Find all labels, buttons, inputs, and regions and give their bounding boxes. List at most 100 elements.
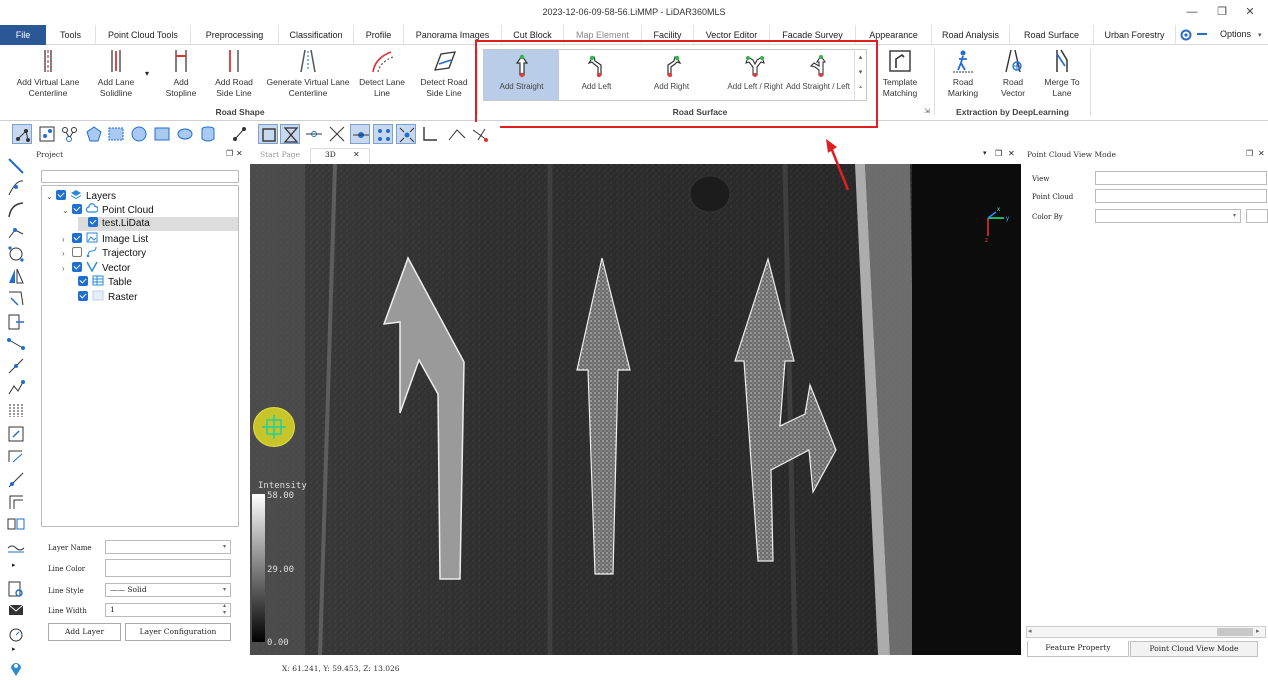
move-nodes-icon[interactable] <box>350 124 370 144</box>
angle-icon[interactable] <box>420 124 440 144</box>
scroll-thumb[interactable] <box>1217 628 1253 636</box>
network-icon[interactable] <box>60 124 80 144</box>
scroll-left-icon[interactable]: ◂ <box>1028 627 1032 635</box>
scatter-nodes-icon[interactable] <box>373 124 393 144</box>
cut-line-icon[interactable] <box>470 124 490 144</box>
envelope-icon[interactable] <box>6 600 26 620</box>
vertical-lines-icon[interactable] <box>6 400 26 420</box>
options-menu[interactable]: Options <box>1220 29 1251 39</box>
layer-configuration-button[interactable]: Layer Configuration <box>125 623 231 641</box>
pentagon-icon[interactable] <box>84 124 104 144</box>
color-by-select[interactable] <box>1095 209 1241 223</box>
tab-classification[interactable]: Classification <box>279 25 354 45</box>
stepper-arrows-icon[interactable]: ▴ ▾ <box>223 603 226 617</box>
image-list-checkbox[interactable] <box>72 233 82 243</box>
dropdown-arrow-icon[interactable]: ▾ <box>145 69 149 78</box>
cylinder-icon[interactable] <box>198 124 218 144</box>
pen-tool-icon[interactable] <box>6 156 26 176</box>
tab-file[interactable]: File <box>0 25 46 45</box>
tab-start-page[interactable]: Start Page <box>260 150 300 159</box>
tree-item-raster[interactable]: Raster <box>78 290 137 304</box>
tree-item-vector[interactable]: › Vector <box>62 261 130 275</box>
tree-item-image-list[interactable]: › Image List <box>62 232 148 246</box>
more-tools-2-icon[interactable]: ▸ <box>12 645 16 653</box>
tab-profile[interactable]: Profile <box>354 25 404 45</box>
tree-item-point-cloud[interactable]: ⌄ Point Cloud <box>62 203 154 217</box>
detect-road-side-line-button[interactable]: Detect Road Side Line <box>414 48 474 99</box>
chevron-down-icon[interactable]: ⌄ <box>62 204 72 218</box>
point-cloud-select[interactable] <box>1095 189 1267 203</box>
close-button[interactable]: ✕ <box>1238 3 1262 21</box>
chevron-down-icon[interactable]: ▾ <box>223 586 226 593</box>
chevron-right-icon[interactable]: › <box>62 247 72 261</box>
tree-item-trajectory[interactable]: › Trajectory <box>62 246 146 260</box>
rectangle-icon[interactable] <box>152 124 172 144</box>
box-select-icon[interactable] <box>258 124 278 144</box>
line-width-stepper[interactable]: 1 <box>105 603 231 617</box>
settings-icon[interactable] <box>1179 28 1193 42</box>
path-nodes-icon[interactable] <box>230 124 250 144</box>
chevron-down-icon[interactable]: ▾ <box>223 543 226 550</box>
tab-road-analysis[interactable]: Road Analysis <box>932 25 1010 45</box>
merge-to-lane-button[interactable]: Merge To Lane <box>1038 48 1086 99</box>
panel-close-icon[interactable]: ✕ <box>236 149 243 158</box>
tab-preprocessing[interactable]: Preprocessing <box>191 25 279 45</box>
panel-float-icon[interactable]: ❐ <box>1246 149 1253 158</box>
arc-icon[interactable] <box>6 200 26 220</box>
curve-nodes-icon[interactable] <box>6 178 26 198</box>
dialog-launcher-icon[interactable]: ⇲ <box>924 107 930 115</box>
layers-checkbox[interactable] <box>56 190 66 200</box>
generate-virtual-lane-centerline-button[interactable]: Generate Virtual Lane Centerline <box>262 48 354 99</box>
table-checkbox[interactable] <box>78 276 88 286</box>
tree-item-table[interactable]: Table <box>78 275 132 289</box>
stopwatch-icon[interactable] <box>6 624 26 644</box>
polyline-icon[interactable] <box>6 222 26 242</box>
add-layer-button[interactable]: Add Layer <box>48 623 121 641</box>
detect-lane-line-button[interactable]: Detect Lane Line <box>356 48 408 99</box>
ellipse-icon[interactable] <box>175 124 195 144</box>
color-by-extra-field[interactable] <box>1246 209 1268 223</box>
view-select[interactable] <box>1095 171 1267 185</box>
layer-name-select[interactable] <box>105 540 231 554</box>
3d-viewport[interactable]: y z x Intensity 58.00 29.00 0.00 <box>250 164 1021 655</box>
test-lidata-checkbox[interactable] <box>88 217 98 227</box>
chevron-down-icon[interactable]: ▾ <box>1258 31 1262 39</box>
panel-float-icon[interactable]: ❐ <box>226 149 233 158</box>
tab-point-cloud-view-mode[interactable]: Point Cloud View Mode <box>1130 641 1258 657</box>
close-tab-icon[interactable]: ✕ <box>353 150 360 159</box>
edit-shape-icon[interactable] <box>6 288 26 308</box>
line-color-picker[interactable] <box>105 559 231 577</box>
circle-nodes-icon[interactable] <box>6 244 26 264</box>
tab-tools[interactable]: Tools <box>46 25 96 45</box>
wave-icon[interactable] <box>6 538 26 558</box>
chevron-right-icon[interactable]: › <box>62 233 72 247</box>
road-vector-button[interactable]: Road Vector <box>990 48 1036 99</box>
mirror-icon[interactable] <box>6 266 26 286</box>
line-node-icon[interactable] <box>304 124 324 144</box>
chevron-down-icon[interactable]: ⌄ <box>46 190 56 204</box>
collapse-ribbon-icon[interactable] <box>1197 33 1207 35</box>
raster-checkbox[interactable] <box>78 291 88 301</box>
box-arrow-icon[interactable] <box>6 312 26 332</box>
view-close-icon[interactable]: ✕ <box>1008 149 1015 158</box>
split-box-icon[interactable] <box>6 514 26 534</box>
location-pin-icon[interactable] <box>6 658 26 678</box>
hourglass-icon[interactable] <box>280 124 300 144</box>
tree-item-layers[interactable]: ⌄ Layers <box>46 189 116 203</box>
chevron-down-icon[interactable]: ▾ <box>1233 212 1236 219</box>
graph-select-icon[interactable] <box>12 124 32 144</box>
connect-icon[interactable] <box>6 334 26 354</box>
view-float-icon[interactable]: ❐ <box>995 149 1002 158</box>
offset-icon[interactable] <box>6 446 26 466</box>
more-tools-icon[interactable]: ▸ <box>12 561 16 569</box>
tab-road-surface[interactable]: Road Surface <box>1010 25 1094 45</box>
measure-icon[interactable] <box>6 356 26 376</box>
view-dropdown-icon[interactable]: ▾ <box>983 149 987 157</box>
template-matching-button[interactable]: Template Matching <box>876 48 924 99</box>
add-road-side-line-button[interactable]: Add Road Side Line <box>208 48 260 99</box>
vector-checkbox[interactable] <box>72 262 82 272</box>
line-style-select[interactable]: —— Solid <box>105 583 231 597</box>
add-virtual-lane-centerline-button[interactable]: Add Virtual Lane Centerline <box>10 48 86 99</box>
add-lane-solidline-button[interactable]: Add Lane Solidline <box>88 48 144 99</box>
tab-3d[interactable]: 3D ✕ <box>310 148 370 163</box>
